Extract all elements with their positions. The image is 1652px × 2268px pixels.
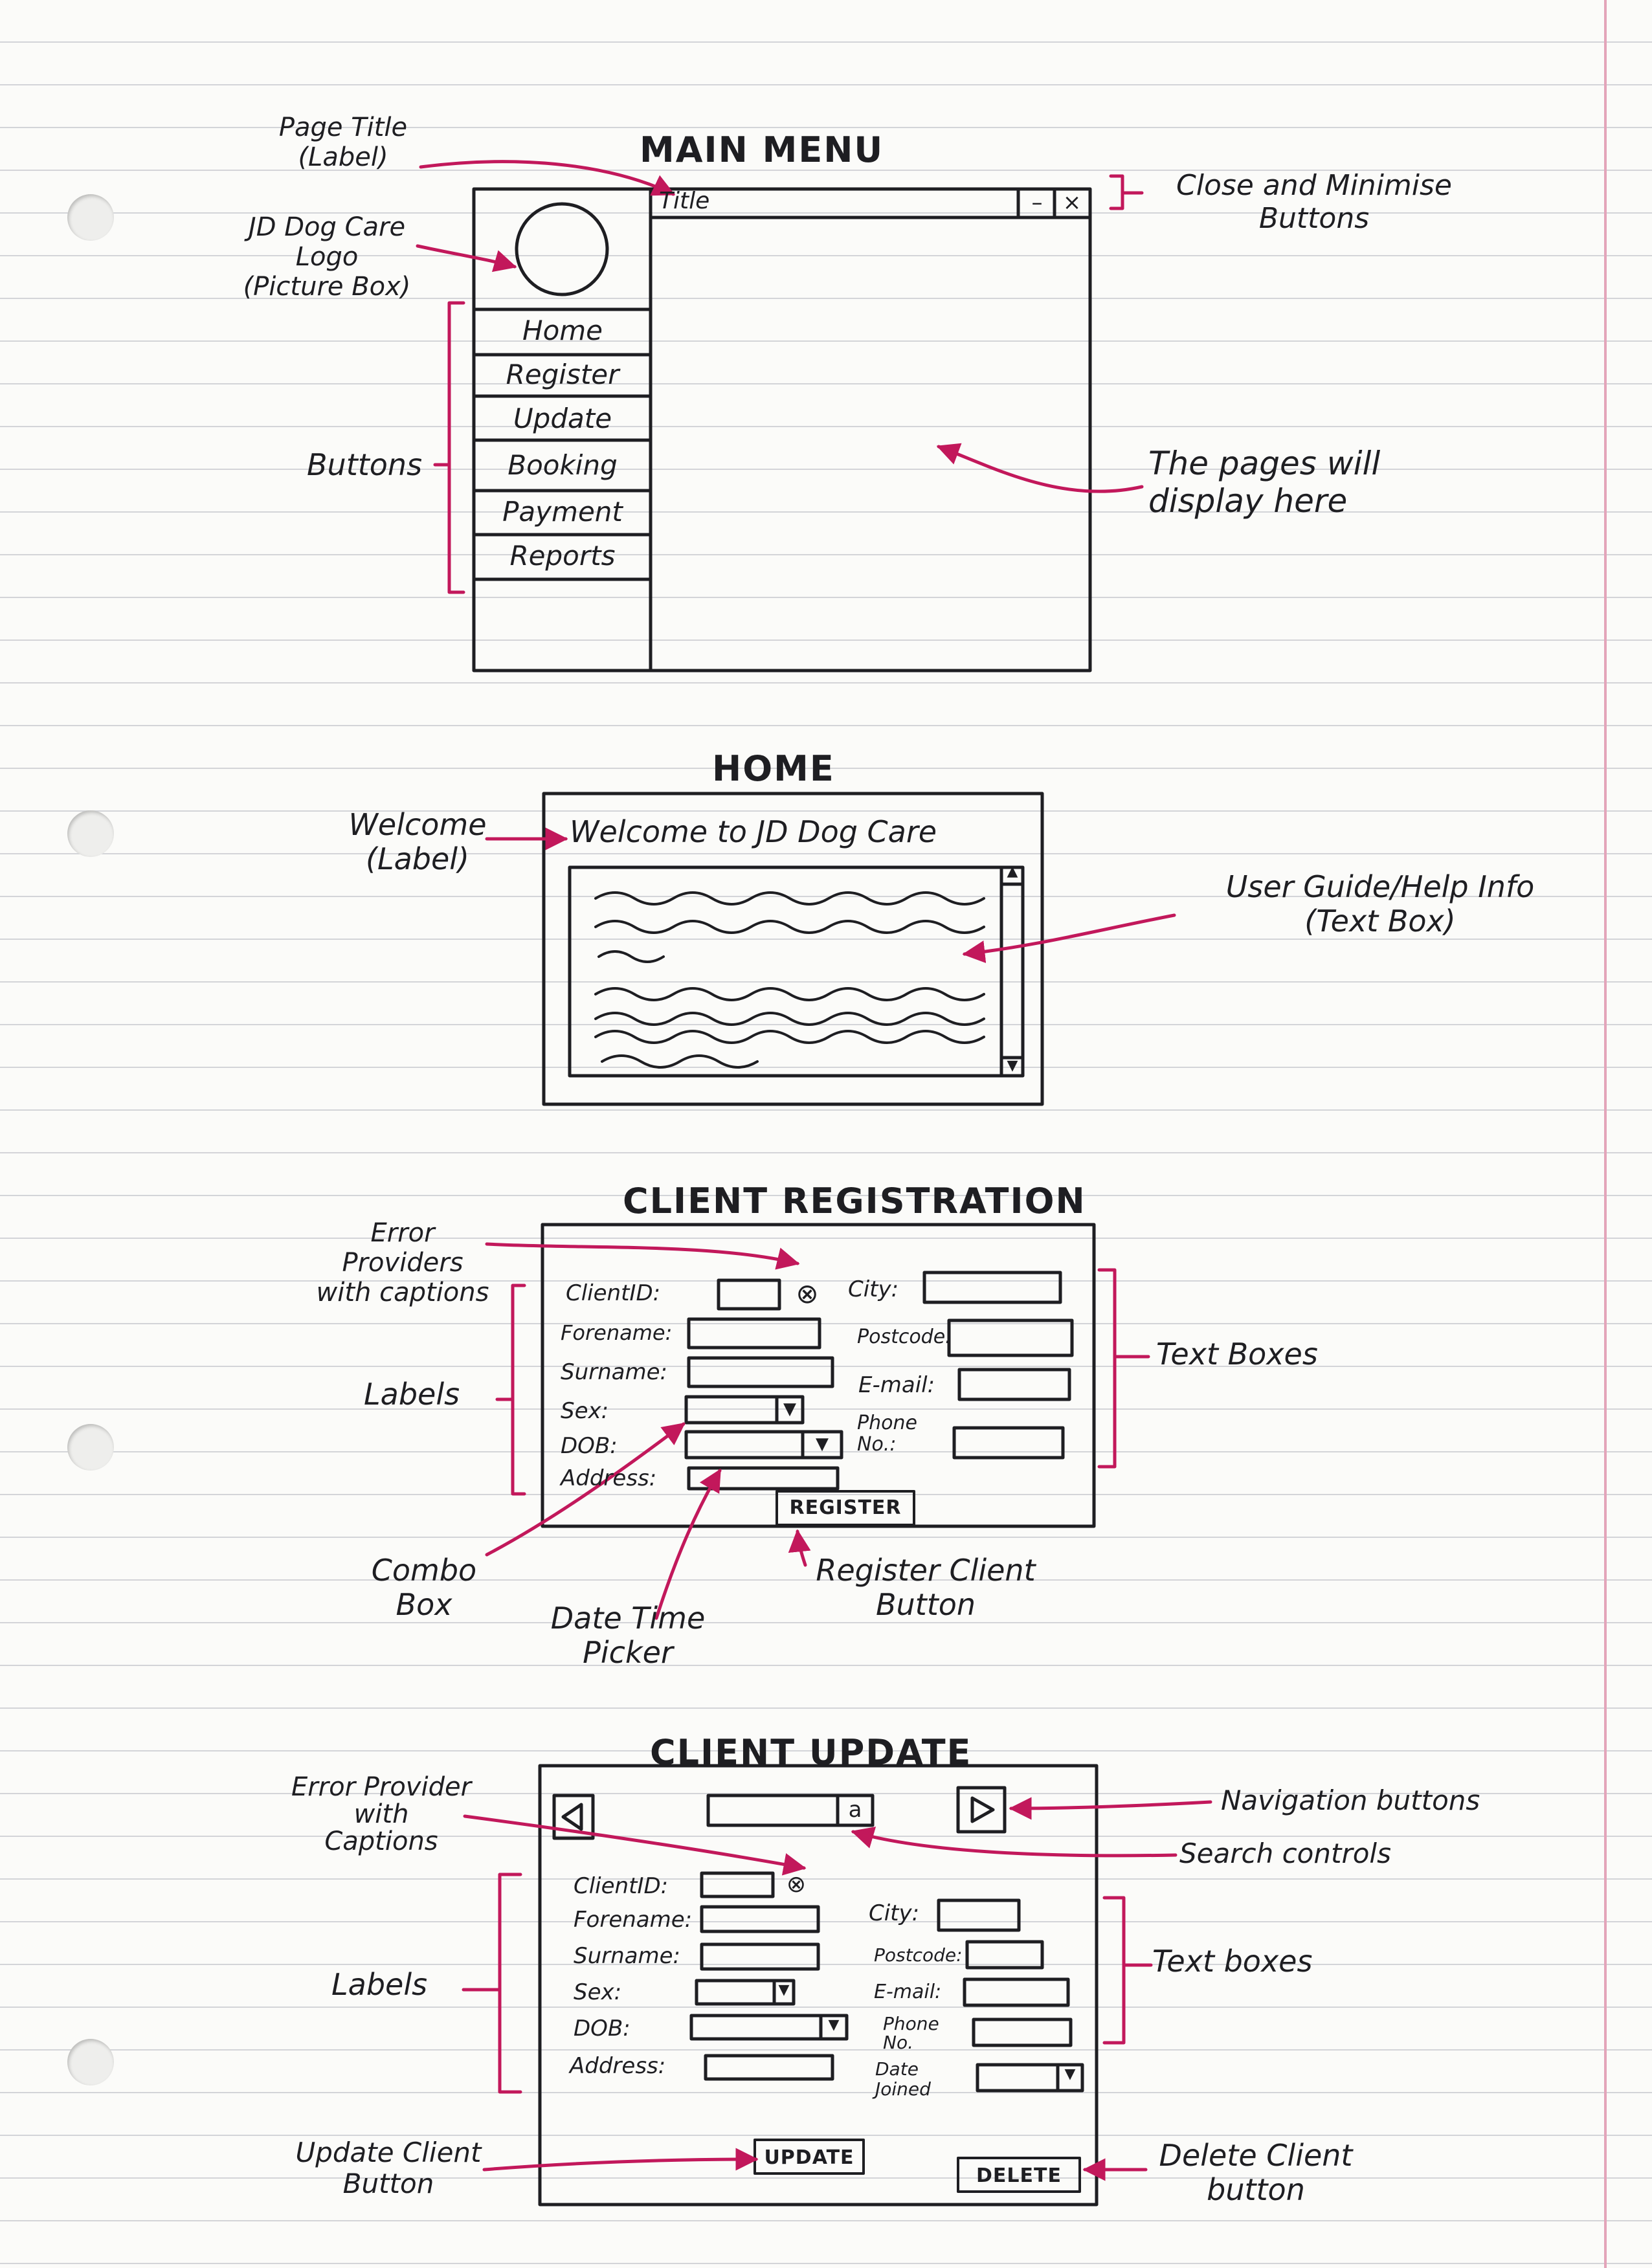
annotation-update-client: Update Client Button bbox=[295, 2137, 482, 2200]
sex-combo-dropdown-icon[interactable]: ▼ bbox=[777, 1401, 802, 1418]
annotation-navigation-buttons: Navigation buttons bbox=[1221, 1784, 1480, 1816]
client-update-window bbox=[538, 1764, 1099, 2207]
sidebar-button-payment[interactable]: Payment bbox=[475, 496, 650, 528]
label-postcode: Postcode: bbox=[857, 1326, 952, 1348]
nav-next-button[interactable] bbox=[958, 1788, 1005, 1832]
update-dob-dropdown-icon[interactable]: ▼ bbox=[821, 2018, 846, 2032]
annotation-date-time-picker: Date Time Picker bbox=[550, 1601, 706, 1670]
annotation-logo: JD Dog Care Logo (Picture Box) bbox=[243, 212, 411, 302]
minimise-button[interactable]: – bbox=[1021, 192, 1053, 214]
jd-dog-care-logo bbox=[515, 202, 609, 296]
annotation-update-text-boxes: Text boxes bbox=[1152, 1944, 1313, 1979]
update-label-date-joined: Date Joined bbox=[875, 2058, 931, 2100]
annotation-labels: Labels bbox=[364, 1377, 460, 1412]
annotation-search-controls: Search controls bbox=[1179, 1838, 1391, 1869]
update-error-provider-icon: ⊗ bbox=[786, 1871, 807, 1898]
annotation-page-title: Page Title (Label) bbox=[278, 113, 408, 172]
update-sex-dropdown-icon[interactable]: ▼ bbox=[775, 1983, 793, 1997]
annotation-combo-box: Combo Box bbox=[371, 1553, 477, 1622]
update-label-sex: Sex: bbox=[574, 1979, 622, 2005]
label-address: Address: bbox=[561, 1465, 657, 1491]
wireframe-sketches bbox=[416, 160, 1212, 2207]
sidebar-button-home[interactable]: Home bbox=[475, 315, 650, 346]
update-label-email: E-mail: bbox=[874, 1981, 942, 2003]
scroll-down-icon: ▼ bbox=[1007, 1058, 1018, 1074]
search-input[interactable] bbox=[708, 1796, 838, 1825]
nav-prev-button[interactable] bbox=[554, 1796, 593, 1838]
delete-button[interactable]: DELETE bbox=[958, 2164, 1080, 2187]
annotation-error-providers: Error Providers with captions bbox=[316, 1218, 489, 1307]
update-label-city: City: bbox=[869, 1900, 920, 1926]
scroll-up-icon: ▲ bbox=[1007, 863, 1018, 880]
home-heading: HOME bbox=[712, 748, 835, 789]
label-client-id: ClientID: bbox=[566, 1280, 661, 1306]
update-label-surname: Surname: bbox=[574, 1943, 680, 1969]
register-button[interactable]: REGISTER bbox=[777, 1496, 914, 1519]
annotation-register-client: Register Client Button bbox=[816, 1553, 1036, 1622]
annotation-update-error-provider: Error Provider with Captions bbox=[291, 1772, 472, 1856]
update-heading: CLIENT UPDATE bbox=[650, 1732, 972, 1773]
label-phone: Phone No.: bbox=[857, 1412, 917, 1456]
annotation-welcome: Welcome (Label) bbox=[348, 807, 487, 876]
sidebar-button-booking[interactable]: Booking bbox=[475, 449, 650, 481]
update-date-joined-dropdown-icon[interactable]: ▼ bbox=[1058, 2067, 1082, 2082]
registration-heading: CLIENT REGISTRATION bbox=[623, 1181, 1086, 1221]
label-forename: Forename: bbox=[561, 1320, 673, 1345]
update-label-address: Address: bbox=[570, 2053, 666, 2079]
update-button[interactable]: UPDATE bbox=[755, 2146, 864, 2169]
annotation-text-boxes: Text Boxes bbox=[1156, 1337, 1318, 1372]
annotation-update-labels: Labels bbox=[331, 1967, 428, 2002]
update-label-client-id: ClientID: bbox=[574, 1873, 669, 1899]
update-label-forename: Forename: bbox=[574, 1907, 693, 1933]
update-label-phone: Phone No. bbox=[883, 2013, 939, 2054]
annotation-pages-display: The pages will display here bbox=[1148, 445, 1381, 520]
welcome-label: Welcome to JD Dog Care bbox=[570, 814, 937, 849]
annotation-close-minimise: Close and Minimise Buttons bbox=[1176, 169, 1452, 235]
label-surname: Surname: bbox=[561, 1359, 667, 1385]
sidebar-button-register[interactable]: Register bbox=[475, 359, 650, 390]
update-label-postcode: Postcode: bbox=[874, 1944, 963, 1966]
error-provider-icon: ⊗ bbox=[796, 1278, 819, 1309]
page-title-label: Title bbox=[659, 188, 710, 214]
sidebar-button-reports[interactable]: Reports bbox=[475, 540, 650, 572]
dob-datetime-dropdown-icon[interactable]: ▼ bbox=[803, 1436, 841, 1452]
close-button[interactable]: × bbox=[1056, 192, 1088, 214]
main-menu-heading: MAIN MENU bbox=[640, 129, 884, 170]
annotation-delete-client: Delete Client button bbox=[1159, 2138, 1353, 2207]
annotation-buttons: Buttons bbox=[307, 447, 423, 482]
update-label-dob: DOB: bbox=[574, 2016, 631, 2041]
annotation-user-guide: User Guide/Help Info (Text Box) bbox=[1225, 869, 1535, 939]
sidebar-button-update[interactable]: Update bbox=[475, 403, 650, 434]
help-text-scribbles bbox=[594, 891, 985, 1069]
search-button[interactable]: a bbox=[839, 1797, 871, 1823]
label-city: City: bbox=[848, 1276, 899, 1302]
label-email: E-mail: bbox=[858, 1372, 935, 1398]
label-sex: Sex: bbox=[561, 1398, 609, 1424]
label-dob: DOB: bbox=[561, 1433, 618, 1459]
